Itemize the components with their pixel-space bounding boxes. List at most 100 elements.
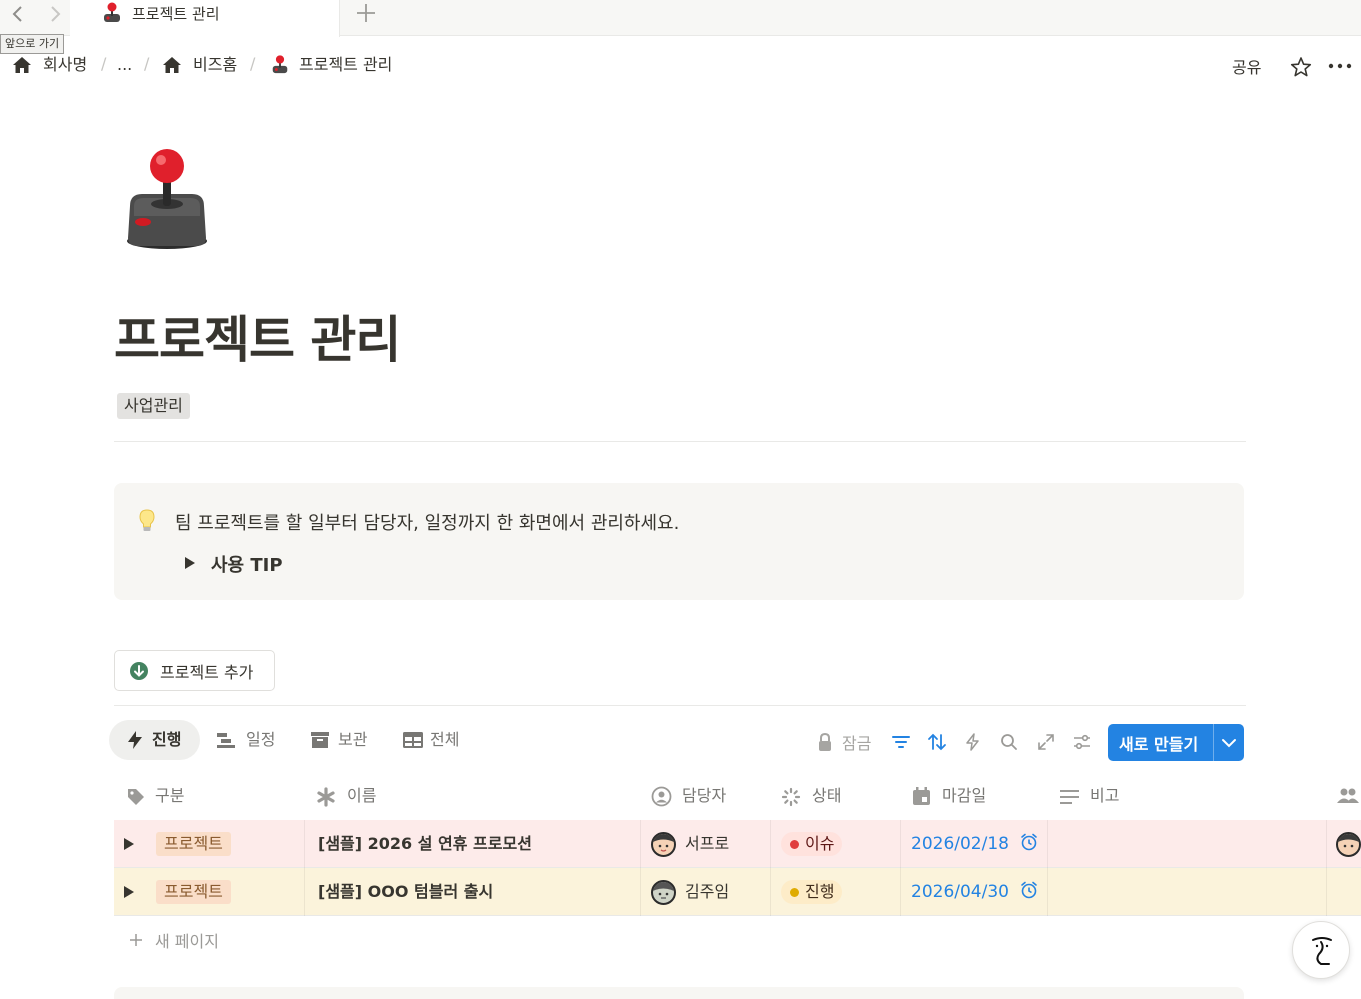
button-divider — [1213, 724, 1214, 761]
due-date[interactable]: 2026/02/18 — [911, 832, 1009, 856]
breadcrumb-company[interactable]: 회사명 — [43, 54, 87, 76]
status-badge[interactable]: 이슈 — [781, 832, 843, 856]
column-header-due-date[interactable]: 마감일 — [942, 784, 986, 808]
cell-divider — [304, 820, 305, 868]
tab-label: 전체 — [430, 730, 460, 749]
people-icon — [1337, 788, 1359, 803]
row-expand-triangle-icon[interactable] — [124, 886, 134, 898]
tab-view-progress[interactable]: 진행 — [109, 720, 200, 760]
plus-icon — [130, 934, 142, 946]
status-label: 이슈 — [805, 834, 835, 853]
category-chip[interactable]: 프로젝트 — [156, 832, 231, 856]
home-icon — [163, 57, 181, 73]
automation-lightning-icon[interactable] — [963, 732, 983, 752]
lightbulb-icon — [139, 509, 155, 531]
breadcrumb-current-page[interactable]: 프로젝트 관리 — [299, 54, 392, 76]
column-header-status[interactable]: 상태 — [812, 784, 841, 808]
column-header-note[interactable]: 비고 — [1090, 784, 1119, 808]
tab-view-all[interactable]: 전체 — [402, 720, 472, 760]
new-tab-plus-icon[interactable] — [354, 0, 378, 33]
ai-assistant-button[interactable] — [1292, 921, 1350, 979]
lock-icon[interactable] — [815, 732, 835, 752]
download-arrow-icon — [130, 662, 148, 680]
tab-bar: 프로젝트 관리 — [0, 0, 1361, 37]
page-joystick-icon[interactable] — [124, 146, 210, 250]
cell-divider — [1326, 820, 1327, 868]
calendar-icon — [913, 787, 930, 805]
status-dot — [790, 840, 799, 849]
joystick-icon — [104, 2, 120, 22]
timeline-icon — [217, 733, 235, 748]
tab-label: 일정 — [246, 730, 276, 749]
breadcrumb-separator: / — [250, 54, 256, 73]
chevron-down-icon[interactable] — [1221, 736, 1237, 750]
lightning-icon — [128, 731, 142, 749]
search-icon[interactable] — [999, 732, 1019, 752]
cell-divider — [640, 820, 641, 868]
assignee-name[interactable]: 김주임 — [685, 880, 729, 904]
category-chip[interactable]: 프로젝트 — [156, 880, 231, 904]
row-name[interactable]: [샘플] 2026 설 연휴 프로모션 — [318, 832, 532, 856]
page-title[interactable]: 프로젝트 관리 — [114, 300, 401, 372]
row-expand-triangle-icon[interactable] — [124, 838, 134, 850]
breadcrumb-ellipsis[interactable]: ... — [117, 54, 132, 76]
status-spinner-icon — [781, 787, 801, 807]
home-icon — [13, 57, 31, 73]
table-row[interactable]: 프로젝트 [샘플] 2026 설 연휴 프로모션 서프로 이슈 2026/02/… — [114, 820, 1361, 868]
callout-text: 팀 프로젝트를 할 일부터 담당자, 일정까지 한 화면에서 관리하세요. — [175, 513, 680, 534]
new-item-button[interactable]: 새로 만들기 — [1108, 724, 1244, 761]
assignee-name[interactable]: 서프로 — [685, 832, 729, 856]
avatar[interactable] — [651, 880, 676, 905]
joystick-icon — [272, 55, 288, 74]
tooltip: 앞으로 가기 — [0, 34, 65, 54]
lock-label[interactable]: 잠금 — [842, 730, 871, 754]
divider — [114, 441, 1246, 442]
column-header-category[interactable]: 구분 — [155, 784, 184, 808]
forward-arrow-icon[interactable] — [44, 4, 66, 26]
row-name[interactable]: [샘플] OOO 텀블러 출시 — [318, 880, 493, 904]
cell-divider — [1326, 868, 1327, 916]
add-project-label: 프로젝트 추가 — [160, 663, 254, 682]
avatar[interactable] — [651, 832, 676, 857]
new-button-label: 새로 만들기 — [1119, 735, 1199, 754]
callout-toggle-label[interactable]: 사용 TIP — [211, 551, 283, 577]
avatar[interactable] — [1336, 832, 1361, 857]
add-project-button[interactable]: 프로젝트 추가 — [114, 650, 275, 691]
status-badge[interactable]: 진행 — [781, 880, 843, 904]
column-header-assignee[interactable]: 담당자 — [682, 784, 726, 808]
cell-divider — [900, 868, 901, 916]
category-tag[interactable]: 사업관리 — [117, 393, 190, 419]
more-icon[interactable] — [1328, 62, 1352, 70]
breadcrumb-separator: / — [144, 54, 150, 73]
settings-sliders-icon[interactable] — [1072, 732, 1092, 752]
expand-icon[interactable] — [1036, 732, 1056, 752]
callout: 팀 프로젝트를 할 일부터 담당자, 일정까지 한 화면에서 관리하세요. 사용… — [114, 483, 1244, 600]
cell-divider — [770, 868, 771, 916]
cell-divider — [304, 868, 305, 916]
tag-icon — [128, 789, 144, 805]
alarm-clock-icon — [1021, 833, 1037, 851]
tab-label: 진행 — [152, 730, 182, 749]
tab-view-schedule[interactable]: 일정 — [216, 720, 286, 760]
status-dot — [790, 888, 799, 897]
share-button[interactable]: 공유 — [1232, 54, 1261, 78]
star-icon[interactable] — [1290, 56, 1312, 78]
tab-view-archive[interactable]: 보관 — [310, 720, 380, 760]
breadcrumb-separator: / — [101, 54, 107, 73]
browser-tab-active[interactable]: 프로젝트 관리 — [70, 0, 340, 37]
column-header-name[interactable]: 이름 — [347, 784, 376, 808]
next-block-callout — [114, 987, 1244, 999]
cell-divider — [640, 868, 641, 916]
breadcrumb-bizhome[interactable]: 비즈홈 — [193, 54, 237, 76]
cell-divider — [770, 820, 771, 868]
sort-icon[interactable] — [927, 732, 947, 752]
toggle-triangle-icon[interactable] — [185, 557, 195, 569]
alarm-clock-icon — [1021, 881, 1037, 899]
back-arrow-icon[interactable] — [7, 4, 29, 26]
due-date[interactable]: 2026/04/30 — [911, 880, 1009, 904]
tab-title: 프로젝트 관리 — [132, 5, 220, 23]
filter-icon[interactable] — [891, 732, 911, 752]
cell-divider — [1047, 868, 1048, 916]
asterisk-icon — [317, 787, 335, 807]
table-row[interactable]: 프로젝트 [샘플] OOO 텀블러 출시 김주임 진행 2026/04/30 — [114, 868, 1361, 916]
